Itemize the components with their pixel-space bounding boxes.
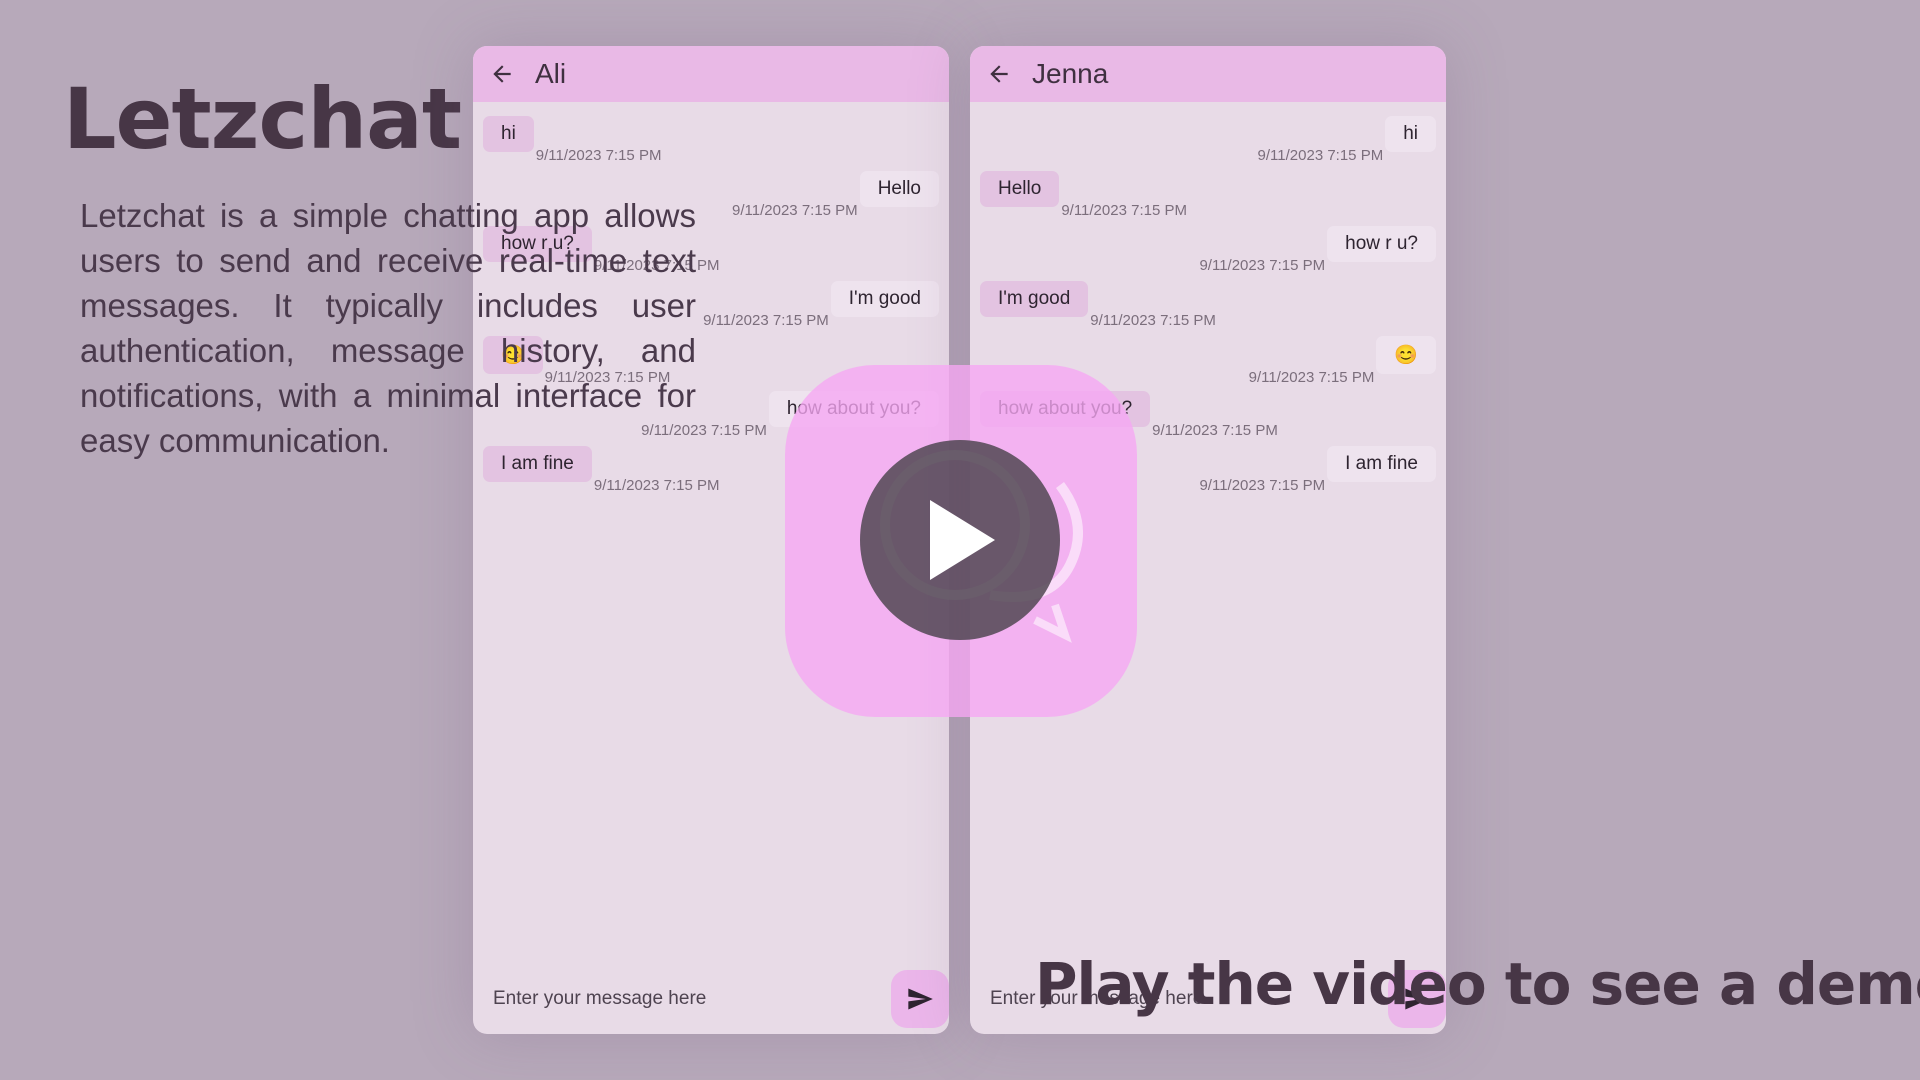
message-time: 9/11/2023 7:15 PM: [732, 202, 858, 219]
message-bubble[interactable]: hi: [1385, 116, 1436, 152]
message-time: 9/11/2023 7:15 PM: [1248, 369, 1375, 386]
message-time: 9/11/2023 7:15 PM: [1199, 257, 1326, 274]
chat-header: Jenna: [970, 46, 1446, 102]
message-bubble[interactable]: hi: [483, 116, 534, 152]
message-bubble[interactable]: I'm good: [830, 281, 939, 317]
play-icon: [930, 500, 995, 580]
chat-header: Ali: [473, 46, 949, 102]
message-row: I'm good 9/11/2023 7:15 PM: [703, 281, 939, 329]
play-video-button[interactable]: [860, 440, 1060, 640]
send-button[interactable]: [891, 970, 949, 1028]
message-time: 9/11/2023 7:15 PM: [1090, 312, 1216, 329]
message-composer: Enter your message here: [473, 964, 949, 1034]
message-row: 😊 9/11/2023 7:15 PM: [1249, 336, 1436, 386]
message-input[interactable]: Enter your message here: [493, 988, 706, 1010]
message-row: I'm good 9/11/2023 7:15 PM: [980, 281, 1216, 329]
send-icon: [908, 988, 933, 1010]
message-row: hi 9/11/2023 7:15 PM: [1258, 116, 1436, 164]
message-time: 9/11/2023 7:15 PM: [535, 147, 662, 164]
message-time: 9/11/2023 7:15 PM: [1061, 202, 1187, 219]
message-bubble[interactable]: I'm good: [980, 281, 1089, 317]
message-row: Hello 9/11/2023 7:15 PM: [980, 171, 1187, 219]
back-arrow-icon[interactable]: [489, 61, 515, 87]
message-bubble[interactable]: 😊: [1376, 336, 1436, 374]
app-description: Letzchat is a simple chatting app allows…: [80, 197, 696, 459]
contact-name: Ali: [535, 58, 567, 89]
message-row: how r u? 9/11/2023 7:15 PM: [1199, 226, 1436, 274]
message-bubble[interactable]: Hello: [859, 171, 939, 207]
message-time: 9/11/2023 7:15 PM: [1257, 147, 1384, 164]
back-arrow-icon[interactable]: [986, 61, 1012, 87]
message-time: 9/11/2023 7:15 PM: [1199, 477, 1326, 494]
demo-call-to-action: Play the video to see a demo: [1035, 950, 1920, 1018]
contact-name: Jenna: [1032, 58, 1109, 89]
message-row: I am fine 9/11/2023 7:15 PM: [1199, 446, 1436, 494]
message-time: 9/11/2023 7:15 PM: [1152, 422, 1278, 439]
message-bubble[interactable]: Hello: [980, 171, 1060, 207]
message-bubble[interactable]: I am fine: [1327, 446, 1436, 482]
message-time: 9/11/2023 7:15 PM: [593, 477, 720, 494]
message-row: hi 9/11/2023 7:15 PM: [483, 116, 661, 164]
app-title: Letzchat: [63, 70, 462, 168]
message-bubble[interactable]: how r u?: [1327, 226, 1436, 262]
message-time: 9/11/2023 7:15 PM: [703, 312, 829, 329]
message-row: Hello 9/11/2023 7:15 PM: [732, 171, 939, 219]
